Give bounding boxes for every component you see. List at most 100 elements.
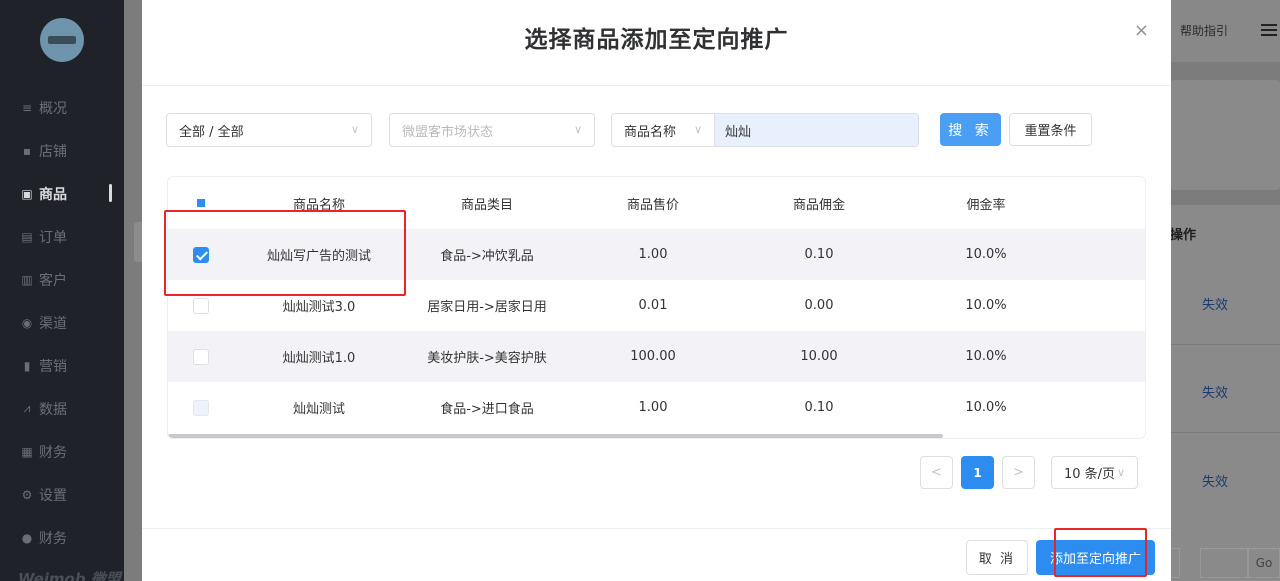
row-checkbox[interactable]	[193, 348, 209, 365]
sidebar-item-marketing[interactable]: ▮ 营销	[0, 344, 124, 387]
chevron-down-icon: ∨	[573, 123, 582, 136]
sidebar-item-data[interactable]: ⩘ 数据	[0, 387, 124, 430]
finance-icon: ▦	[21, 444, 33, 459]
sidebar-item-label: 数据	[39, 401, 67, 418]
total-cell: 1	[1070, 331, 1145, 382]
goods-commission-cell: 10.00	[736, 331, 902, 382]
goods-category-cell: 美妆护肤->美容护肤	[404, 331, 570, 382]
select-all-checkbox[interactable]	[193, 195, 209, 211]
table-row: 灿灿测试 食品->进口食品 1.00 0.10 10.0%	[168, 382, 1145, 433]
total-cell	[1070, 280, 1145, 331]
help-link[interactable]: 帮助指引	[1180, 22, 1228, 39]
goods-price-cell: 1.00	[638, 400, 668, 415]
row-checkbox[interactable]	[193, 297, 209, 314]
select-goods-dialog: 选择商品添加至定向推广 × 全部 / 全部 ∨ 微盟客市场状态 ∨ 商品名称 ∨…	[142, 0, 1171, 581]
row-checkbox[interactable]	[193, 246, 209, 263]
column-header: 总	[1070, 177, 1145, 229]
row-select-cell	[168, 280, 234, 331]
sidebar-item-label: 客户	[39, 272, 67, 289]
invalidate-link[interactable]: 失效	[1202, 294, 1228, 313]
sidebar-item-finance-2[interactable]: ● 财务	[0, 516, 124, 559]
page-size-value: 10 条/页	[1063, 467, 1115, 482]
sidebar-item-finance[interactable]: ▦ 财务	[0, 430, 124, 473]
row-checkbox-disabled	[193, 399, 209, 416]
divider	[142, 85, 1171, 86]
channel-icon: ◉	[21, 315, 33, 330]
store-icon: ▪	[22, 143, 32, 158]
sidebar-item-label: 店铺	[39, 143, 67, 160]
invalidate-link[interactable]: 失效	[1202, 471, 1228, 490]
goods-name-cell: 灿灿写广告的测试	[234, 229, 404, 280]
commission-rate-cell: 10.0%	[902, 331, 1070, 382]
sidebar-item-label: 概况	[39, 100, 67, 117]
go-button[interactable]: Go	[1248, 548, 1280, 578]
goods-price-cell: 1.00	[570, 229, 736, 280]
page-jump-input[interactable]	[1200, 548, 1248, 578]
column-header: 商品名称	[234, 177, 404, 229]
sidebar-item-label: 营销	[39, 358, 67, 375]
marketing-icon: ▮	[23, 358, 31, 373]
sidebar-item-customers[interactable]: ▥ 客户	[0, 258, 124, 301]
sidebar-nav: ≡ 概况 ▪ 店铺 ▣ 商品 ▤ 订单 ▥ 客户 ◉ 渠道 ▮ 营销 ⩘ 数据 ▦ 财务 ⚙ 设置 …	[0, 86, 124, 559]
sidebar-item-label: 财务	[39, 530, 67, 547]
table-row[interactable]: 灿灿写广告的测试 食品->冲饮乳品 1.00 0.10 10.0%	[168, 229, 1145, 280]
menu-icon[interactable]	[1261, 24, 1277, 37]
goods-category-cell: 食品->冲饮乳品	[404, 229, 570, 280]
sidebar-item-label: 订单	[39, 229, 67, 246]
goods-name-cell: 灿灿测试	[292, 402, 345, 417]
search-field-value: 商品名称	[624, 124, 677, 140]
page-size-select[interactable]: 10 条/页 ∨	[1051, 456, 1138, 489]
commission-rate-cell: 10.0%	[902, 229, 1070, 280]
search-field-select[interactable]: 商品名称 ∨	[612, 114, 715, 146]
chevron-down-icon: ∨	[1117, 466, 1126, 479]
dialog-title: 选择商品添加至定向推广	[524, 27, 789, 53]
goods-category-cell: 食品->进口食品	[440, 402, 534, 417]
column-header: 商品售价	[570, 177, 736, 229]
data-icon: ⩘	[23, 401, 31, 415]
next-page-button[interactable]: >	[1002, 456, 1035, 489]
customer-icon: ▥	[21, 272, 33, 287]
chevron-down-icon: ∨	[350, 123, 359, 136]
category-select[interactable]: 全部 / 全部 ∨	[166, 113, 372, 147]
background-card	[1170, 80, 1280, 190]
goods-commission-cell: 0.00	[804, 298, 834, 313]
category-select-value: 全部 / 全部	[179, 124, 244, 140]
market-status-placeholder: 微盟客市场状态	[402, 124, 494, 140]
market-status-select[interactable]: 微盟客市场状态 ∨	[389, 113, 595, 147]
sidebar-item-store[interactable]: ▪ 店铺	[0, 129, 124, 172]
goods-icon: ▣	[21, 186, 33, 201]
sidebar-item-orders[interactable]: ▤ 订单	[0, 215, 124, 258]
goods-name-cell: 灿灿测试3.0	[282, 300, 356, 315]
sidebar-item-channels[interactable]: ◉ 渠道	[0, 301, 124, 344]
goods-commission-cell: 0.10	[736, 229, 902, 280]
column-header: 商品佣金	[736, 177, 902, 229]
invalidate-link[interactable]: 失效	[1202, 382, 1228, 401]
sidebar-item-label: 渠道	[39, 315, 67, 332]
chevron-down-icon: ∨	[693, 123, 702, 136]
select-all-cell	[168, 177, 234, 229]
sidebar-item-goods[interactable]: ▣ 商品	[0, 172, 124, 215]
search-input[interactable]	[715, 114, 918, 146]
page-number-current[interactable]: 1	[961, 456, 994, 489]
search-button[interactable]: 搜 索	[940, 113, 1001, 146]
divider	[142, 528, 1171, 529]
close-icon[interactable]: ×	[1134, 20, 1149, 41]
total-cell	[1070, 229, 1145, 280]
sidebar-item-label: 财务	[39, 444, 67, 461]
prev-page-button[interactable]: <	[920, 456, 953, 489]
column-header: 佣金率	[902, 177, 1070, 229]
total-cell	[1070, 382, 1145, 433]
goods-category-cell: 居家日用->居家日用	[427, 300, 547, 315]
sidebar-item-overview[interactable]: ≡ 概况	[0, 86, 124, 129]
reset-button[interactable]: 重置条件	[1009, 113, 1092, 146]
table-row[interactable]: 灿灿测试1.0 美妆护肤->美容护肤 100.00 10.00 10.0% 1	[168, 331, 1145, 382]
sidebar-item-settings[interactable]: ⚙ 设置	[0, 473, 124, 516]
add-to-targeted-promotion-button[interactable]: 添加至定向推广	[1036, 540, 1155, 575]
avatar[interactable]	[40, 18, 84, 62]
goods-commission-cell: 0.10	[804, 400, 834, 415]
commission-rate-cell: 10.0%	[965, 298, 1007, 313]
cancel-button[interactable]: 取 消	[966, 540, 1028, 575]
table-row[interactable]: 灿灿测试3.0 居家日用->居家日用 0.01 0.00 10.0%	[168, 280, 1145, 331]
horizontal-scrollbar[interactable]	[168, 434, 943, 438]
sidebar-item-label: 设置	[39, 487, 67, 504]
